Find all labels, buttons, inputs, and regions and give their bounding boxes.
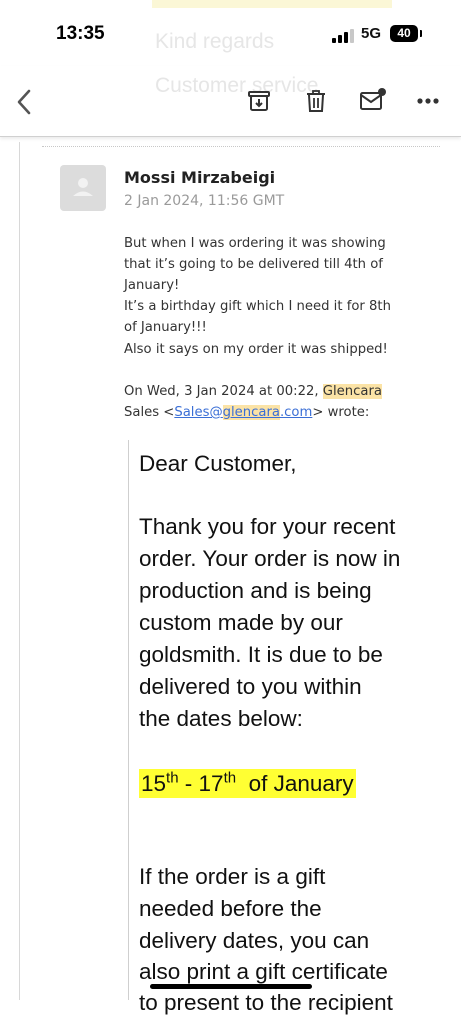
reply-header-wrote: > wrote: bbox=[312, 405, 370, 420]
delivery-dates-highlight: 15th - 17th of January bbox=[139, 768, 356, 798]
thread-line bbox=[19, 142, 20, 1000]
mail-toolbar: Customer service bbox=[0, 66, 461, 137]
delivery-dates: 15th - 17th of January bbox=[139, 768, 356, 798]
reply-header: On Wed, 3 Jan 2024 at 00:22, Glencara bbox=[124, 384, 382, 399]
body-line: January! bbox=[124, 278, 180, 293]
background-text-2: Customer service bbox=[155, 74, 319, 97]
quote-line: custom made by our bbox=[139, 610, 343, 635]
background-highlight bbox=[152, 0, 392, 8]
quote-line: delivery dates, you can bbox=[139, 928, 370, 953]
network-label: 5G bbox=[361, 25, 382, 42]
reply-header-name: Glencara bbox=[322, 384, 382, 399]
more-ellipsis-icon[interactable] bbox=[417, 97, 439, 105]
reply-header-line2: Sales <Sales@glencara.com> wrote: bbox=[124, 405, 369, 420]
quote-line: goldsmith. It is due to be bbox=[139, 642, 383, 667]
mark-unread-icon[interactable] bbox=[359, 87, 387, 113]
status-time: 13:35 bbox=[56, 23, 105, 44]
quote-bar bbox=[128, 440, 129, 1000]
body-line: But when I was ordering it was showing bbox=[124, 236, 386, 251]
body-line: It’s a birthday gift which I need it for… bbox=[124, 299, 391, 314]
sender-email-link[interactable]: Sales@glencara.com bbox=[174, 405, 312, 420]
quote-line: order. Your order is now in bbox=[139, 546, 401, 571]
trash-icon[interactable] bbox=[304, 89, 328, 113]
quote-line: production and is being bbox=[139, 578, 372, 603]
body-line: of January!!! bbox=[124, 320, 207, 335]
quote-greeting: Dear Customer, bbox=[139, 451, 297, 476]
signal-icon bbox=[332, 29, 354, 43]
person-icon bbox=[73, 178, 93, 196]
battery-icon: 40 bbox=[390, 25, 422, 42]
quote-line: also print a gift certificate bbox=[139, 959, 388, 984]
quote-line: Thank you for your recent bbox=[139, 514, 396, 539]
battery-level: 40 bbox=[397, 26, 411, 40]
body-line: Also it says on my order it was shipped! bbox=[124, 342, 388, 357]
reply-header-prefix: On Wed, 3 Jan 2024 at 00:22, bbox=[124, 384, 319, 399]
quote-line: to present to the recipient bbox=[139, 990, 393, 1015]
status-bar: Kind regards 13:35 5G 40 bbox=[0, 0, 461, 66]
message-date: 2 Jan 2024, 11:56 GMT bbox=[124, 193, 285, 209]
archive-box-icon[interactable] bbox=[247, 89, 271, 113]
quote-line: the dates below: bbox=[139, 706, 303, 731]
quote-line: needed before the bbox=[139, 896, 322, 921]
home-indicator[interactable] bbox=[150, 984, 312, 989]
background-text: Kind regards bbox=[155, 30, 275, 53]
back-chevron-icon[interactable] bbox=[14, 88, 34, 116]
message-divider bbox=[42, 146, 440, 147]
reply-header-sales: Sales < bbox=[124, 405, 175, 420]
quote-line: delivered to you within bbox=[139, 674, 362, 699]
sender-name[interactable]: Mossi Mirzabeigi bbox=[124, 168, 275, 187]
avatar[interactable] bbox=[60, 165, 106, 211]
quote-line: If the order is a gift bbox=[139, 864, 326, 889]
body-line: that it’s going to be delivered till 4th… bbox=[124, 257, 383, 272]
